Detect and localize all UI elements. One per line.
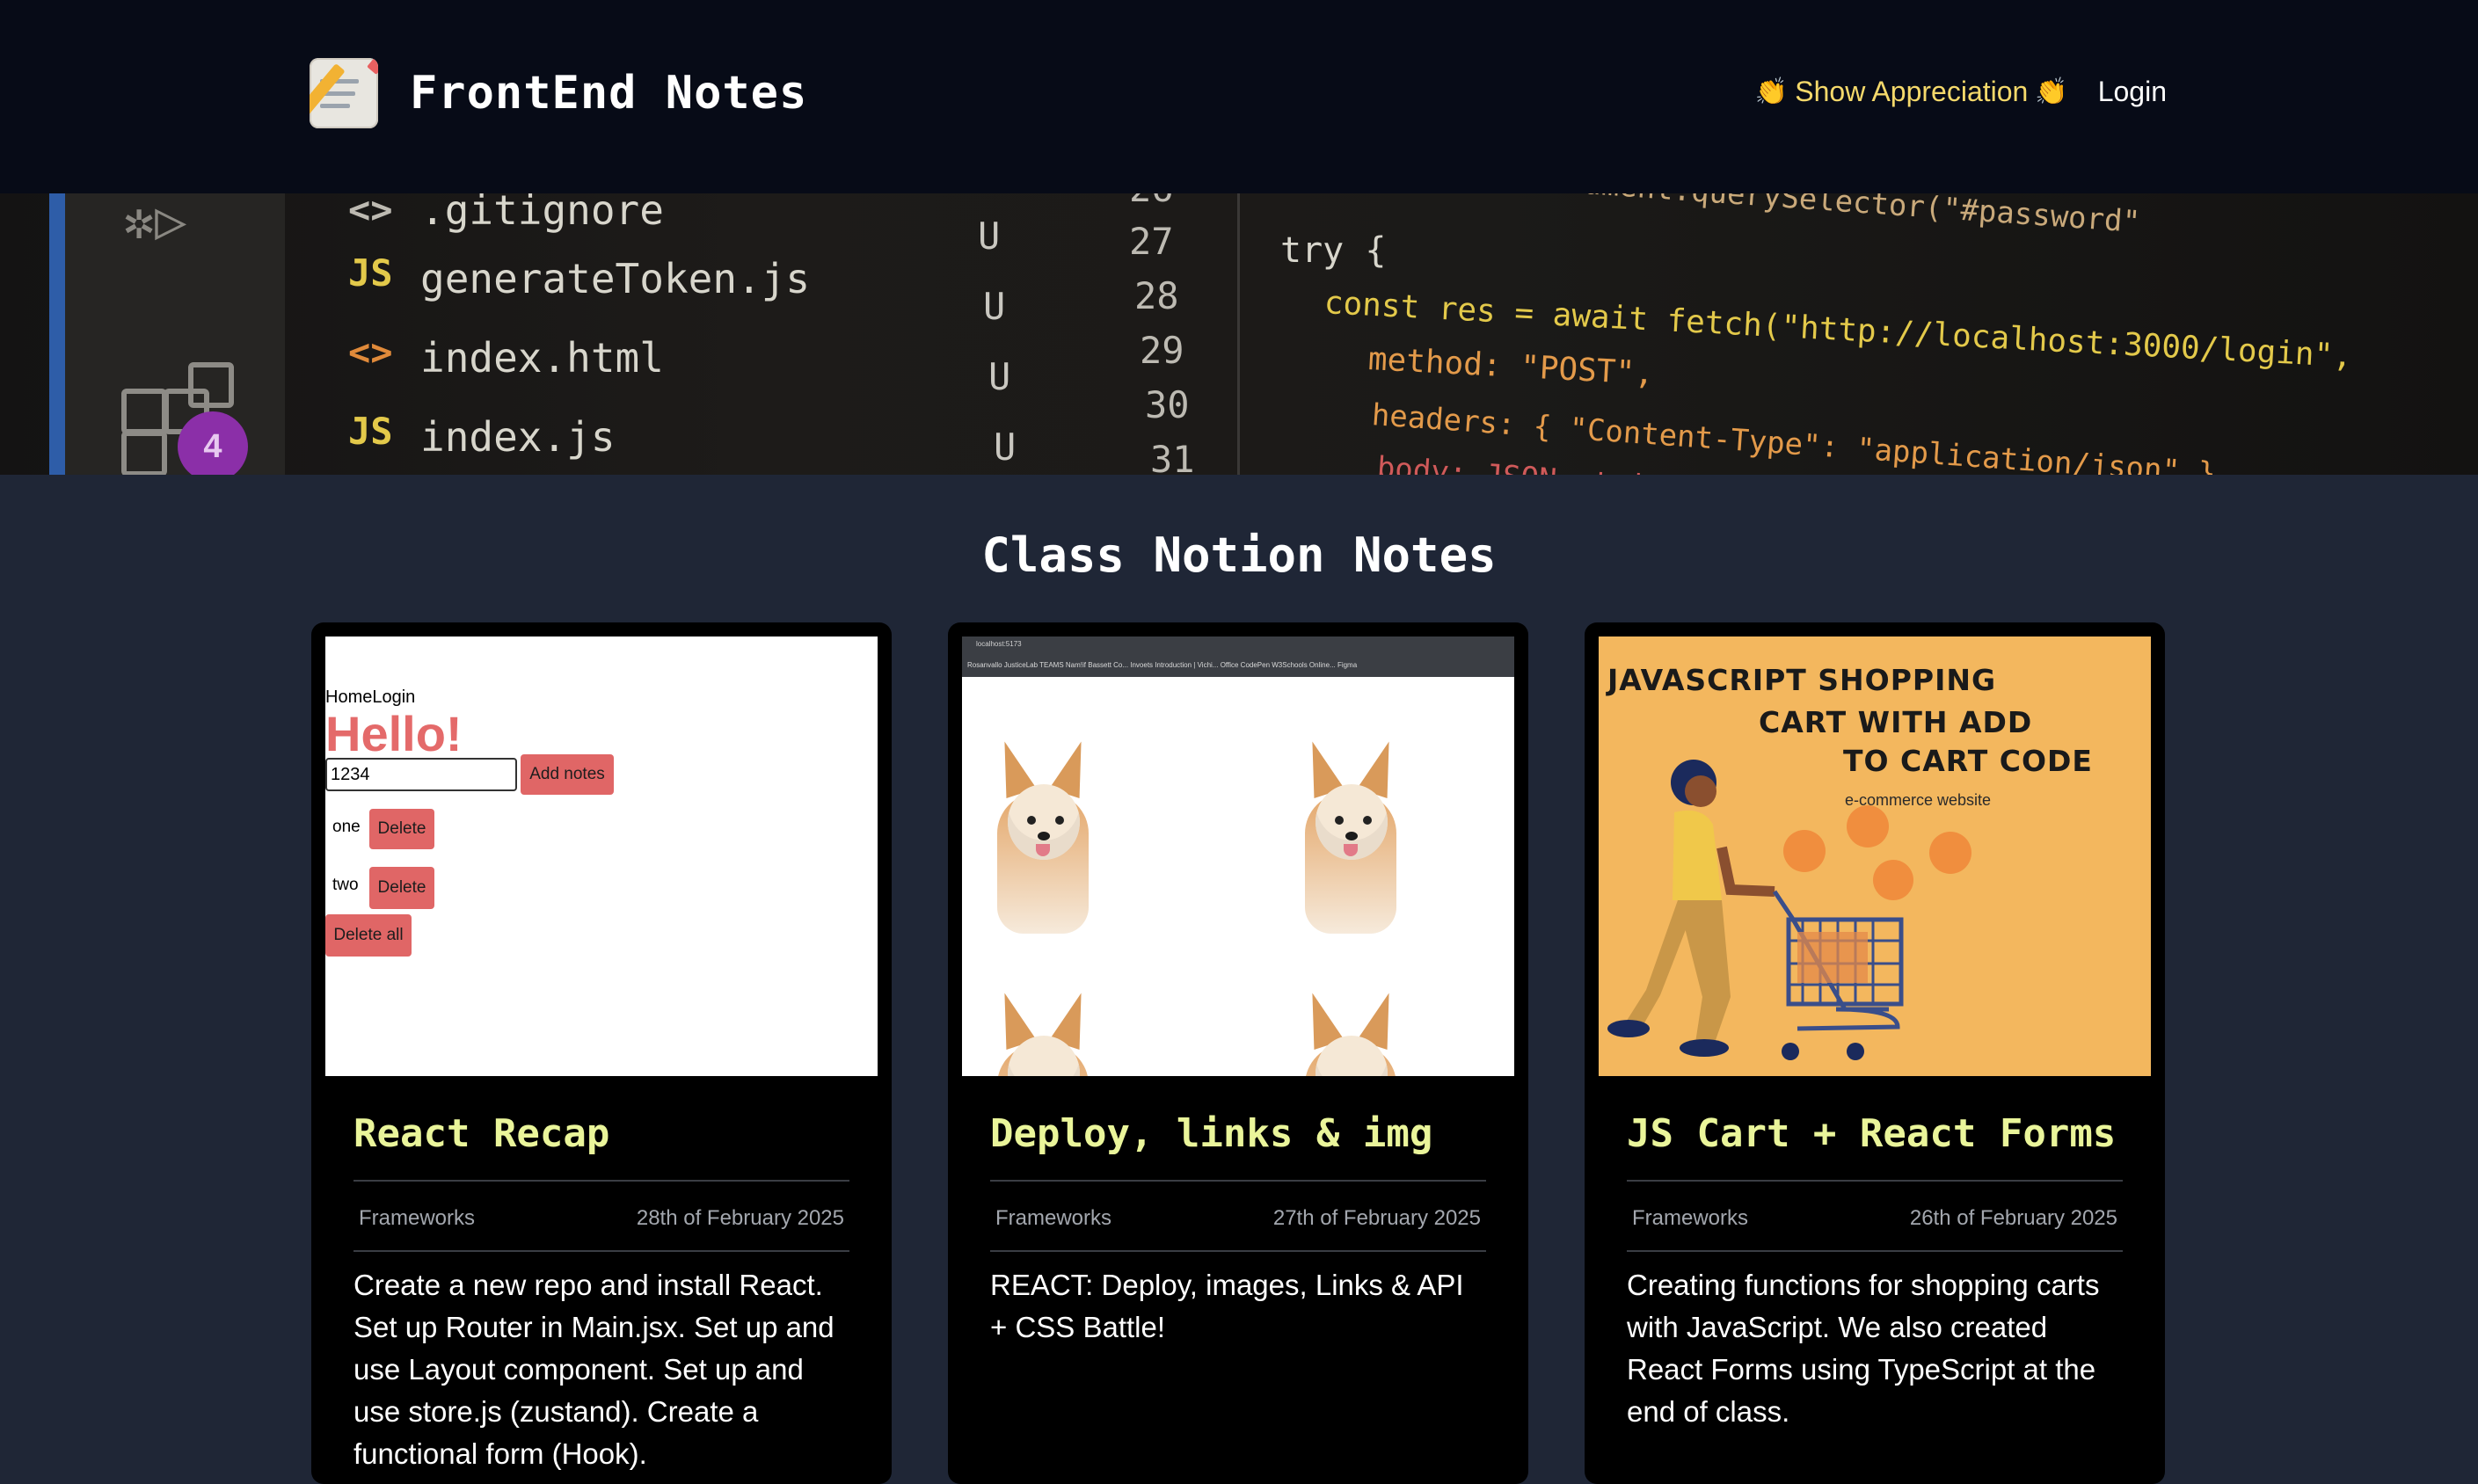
js-file-icon: JS — [348, 251, 393, 295]
brand-title: FrontEnd Notes — [410, 67, 808, 120]
thumb-delete-button: Delete — [369, 867, 434, 909]
card-category: Frameworks — [359, 1206, 476, 1230]
line-number: 27 — [1129, 220, 1174, 263]
card-description: Create a new repo and install React. Set… — [353, 1269, 835, 1470]
git-status: U — [978, 215, 1001, 258]
corgi-image — [981, 736, 1104, 942]
code-file-icon: <> — [348, 193, 393, 231]
shopper-with-cart-illustration — [1599, 637, 2151, 1076]
card-category: Frameworks — [1632, 1206, 1749, 1230]
code-line: try { — [1280, 230, 1387, 271]
thumb-note-text: two — [332, 876, 359, 894]
thumb-delete-button: Delete — [369, 809, 434, 849]
thumb-add-notes-button: Add notes — [521, 754, 614, 795]
note-card[interactable]: JAVASCRIPT SHOPPING CART WITH ADD TO CAR… — [1585, 622, 2165, 1484]
show-appreciation-link[interactable]: 👏 Show Appreciation 👏 — [1755, 76, 2068, 108]
line-number: 30 — [1145, 383, 1190, 426]
show-appreciation-label: Show Appreciation — [1795, 76, 2029, 107]
file-name: .gitignore — [420, 193, 664, 234]
line-number: 26 — [1129, 193, 1174, 210]
card-date: 27th of February 2025 — [1272, 1206, 1481, 1230]
login-link[interactable]: Login — [2098, 76, 2167, 108]
note-card[interactable]: localhost:5173 Rosanvallo JusticeLab TEA… — [948, 622, 1528, 1484]
thumb-browser-bar: localhost:5173 Rosanvallo JusticeLab TEA… — [962, 637, 1514, 677]
card-title: Deploy, links & img — [990, 1111, 1433, 1156]
html-file-icon: <> — [348, 331, 393, 374]
line-number: 31 — [1150, 438, 1195, 475]
card-thumbnail: localhost:5173 Rosanvallo JusticeLab TEA… — [962, 637, 1514, 1076]
card-thumbnail: HomeLogin Hello! 1234 Add notes one Dele… — [325, 637, 878, 1076]
corgi-image — [1289, 736, 1412, 942]
code-line: ocument.querySelector("#password" — [1546, 193, 2142, 241]
card-thumbnail: JAVASCRIPT SHOPPING CART WITH ADD TO CAR… — [1599, 637, 2151, 1076]
thumb-heading: Hello! — [325, 706, 463, 761]
file-name: generateToken.js — [420, 255, 811, 302]
line-number: 28 — [1134, 274, 1179, 317]
clapping-hands-icon: 👏 — [2035, 77, 2068, 106]
section-title: Class Notion Notes — [981, 527, 1497, 583]
git-status: U — [988, 355, 1011, 398]
card-date: 28th of February 2025 — [636, 1206, 844, 1230]
corgi-image — [981, 987, 1104, 1076]
card-description: REACT: Deploy, images, Links & API + CSS… — [990, 1269, 1464, 1343]
clapping-hands-icon: 👏 — [1754, 77, 1789, 106]
thumb-note-text: one — [332, 818, 361, 836]
site-header: FrontEnd Notes 👏 Show Appreciation 👏 Log… — [0, 0, 2478, 193]
card-description: Creating functions for shopping carts wi… — [1627, 1269, 2100, 1428]
thumb-bookmarks: Rosanvallo JusticeLab TEAMS Nam!if Basse… — [967, 661, 1358, 669]
git-status: U — [994, 426, 1017, 469]
file-name: index.js — [420, 413, 616, 461]
card-title: React Recap — [353, 1111, 610, 1156]
code-line: method: "POST", — [1367, 341, 1655, 392]
card-category: Frameworks — [995, 1206, 1112, 1230]
card-date: 26th of February 2025 — [1909, 1206, 2117, 1230]
extensions-badge: 4 — [178, 411, 248, 475]
hero-banner-image: ✲▷ 4 <> .gitignore JS generateToken.js <… — [0, 193, 2478, 475]
thumb-url: localhost:5173 — [976, 640, 1022, 648]
brand[interactable]: FrontEnd Notes — [310, 58, 807, 128]
thumb-input: 1234 — [325, 758, 517, 791]
card-title: JS Cart + React Forms — [1627, 1111, 2117, 1156]
file-name: index.html — [420, 334, 664, 382]
debug-icon: ✲▷ — [123, 193, 187, 251]
line-number: 29 — [1140, 329, 1184, 372]
note-card[interactable]: HomeLogin Hello! 1234 Add notes one Dele… — [311, 622, 892, 1484]
thumb-delete-all-button: Delete all — [325, 914, 412, 957]
memo-icon — [310, 58, 378, 128]
corgi-image — [1289, 987, 1412, 1076]
top-nav: 👏 Show Appreciation 👏 Login — [1755, 76, 2167, 108]
git-status: U — [983, 285, 1006, 328]
js-file-icon: JS — [348, 410, 393, 453]
